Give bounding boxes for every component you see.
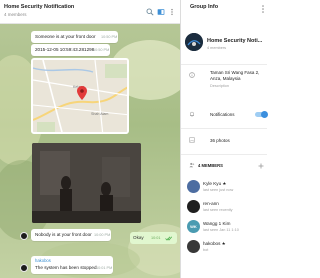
group-address: Taman Sri Wang Fasa 2, Anza, Malaysia	[210, 70, 260, 81]
toggle-knob	[261, 111, 268, 118]
info-icon	[189, 72, 195, 78]
member-avatar	[187, 200, 200, 213]
photos-count: 36 photos	[210, 138, 230, 143]
group-avatar-image	[185, 33, 203, 51]
member-name: hakobos ★	[203, 241, 226, 246]
notifications-row[interactable]: Notifications	[181, 110, 268, 122]
member-status: last seen recently	[203, 208, 233, 212]
divider	[181, 64, 267, 65]
chat-member-count: 4 members	[4, 12, 27, 17]
group-member-count: 4 members	[207, 46, 226, 50]
message-bubble[interactable]: hakobos The system has been stopped 10:0…	[31, 256, 113, 274]
chat-panel: Home Security Notification 4 members Som…	[0, 0, 180, 278]
bell-icon	[189, 111, 195, 117]
message-bubble[interactable]: Someone is at your front door 10:50 PM	[31, 31, 118, 43]
photo-icon	[189, 137, 195, 143]
location-map[interactable]: Kelang Shah Alam	[31, 58, 129, 134]
message-text: The system has been stopped	[35, 265, 97, 270]
read-checkmark-icon	[165, 236, 172, 241]
divider	[181, 154, 267, 155]
members-icon	[189, 162, 195, 168]
member-name: Kyle Kyu ★	[203, 181, 227, 186]
camera-snapshot[interactable]	[32, 143, 141, 223]
member-name: ren-ann	[203, 201, 219, 206]
member-avatar	[187, 180, 200, 193]
add-member-icon[interactable]	[258, 163, 264, 169]
search-icon[interactable]	[146, 8, 154, 16]
members-header: 4 MEMBERS	[181, 162, 267, 172]
divider	[181, 128, 267, 129]
message-text: Someone is at your front door	[35, 34, 96, 39]
member-item[interactable]: WK Wangg 1 Kim last seen Jan 11 1:10	[181, 218, 267, 238]
message-text: Nobody is at your front door	[35, 232, 92, 237]
member-item[interactable]: Kyle Kyu ★ last seen just now	[181, 178, 267, 198]
message-time: 10:50 PM	[93, 48, 110, 52]
member-item[interactable]: hakobos ★ bot	[181, 238, 267, 258]
group-name: Home Security Noti...	[207, 38, 263, 44]
chat-title: Home Security Notification	[4, 4, 75, 10]
shared-photos-row[interactable]: 36 photos	[181, 136, 267, 148]
member-name: Wangg 1 Kim	[203, 221, 231, 226]
sent-message-text: Okay	[133, 235, 144, 240]
message-bubble[interactable]: 2015-12-05 10:59:43.281298 10:50 PM	[31, 44, 110, 56]
bot-avatar[interactable]	[20, 232, 28, 240]
member-avatar: WK	[187, 220, 200, 233]
info-panel-title: Group Info	[190, 4, 219, 10]
more-menu-icon[interactable]	[168, 8, 176, 16]
group-avatar[interactable]	[185, 33, 203, 51]
message-time: 10:01 PM	[96, 266, 113, 270]
snapshot-image	[32, 143, 141, 223]
map-label: Shah Alam	[91, 112, 109, 116]
sent-message-time: 10:01	[151, 236, 161, 240]
sent-message-bubble[interactable]: Okay 10:01	[130, 232, 177, 244]
group-info-panel: Group Info Home Security Noti... 4 membe…	[180, 0, 268, 278]
member-status: bot	[203, 248, 209, 252]
bot-avatar[interactable]	[20, 264, 28, 272]
message-time: 10:50 PM	[101, 35, 118, 39]
member-avatar	[187, 240, 200, 253]
member-item[interactable]: ren-ann last seen recently	[181, 198, 267, 218]
member-status: last seen Jan 11 1:10	[203, 228, 239, 232]
members-count-label: 4 MEMBERS	[198, 163, 223, 168]
more-menu-icon[interactable]	[260, 4, 266, 14]
message-time: 10:00 PM	[94, 233, 111, 237]
description-label: Description	[210, 84, 229, 88]
message-sender: hakobos	[35, 258, 51, 263]
description-row[interactable]: Taman Sri Wang Fasa 2, Anza, Malaysia De…	[181, 70, 267, 94]
location-pin-icon	[77, 86, 87, 100]
chat-header: Home Security Notification 4 members	[0, 0, 180, 24]
info-panel-toggle-icon[interactable]	[157, 8, 165, 16]
notifications-label: Notifications	[210, 112, 235, 117]
message-text: 2015-12-05 10:59:43.281298	[35, 47, 95, 52]
member-status: last seen just now	[203, 188, 234, 192]
message-bubble[interactable]: Nobody is at your front door 10:00 PM	[31, 229, 111, 241]
notifications-toggle[interactable]	[255, 111, 268, 118]
